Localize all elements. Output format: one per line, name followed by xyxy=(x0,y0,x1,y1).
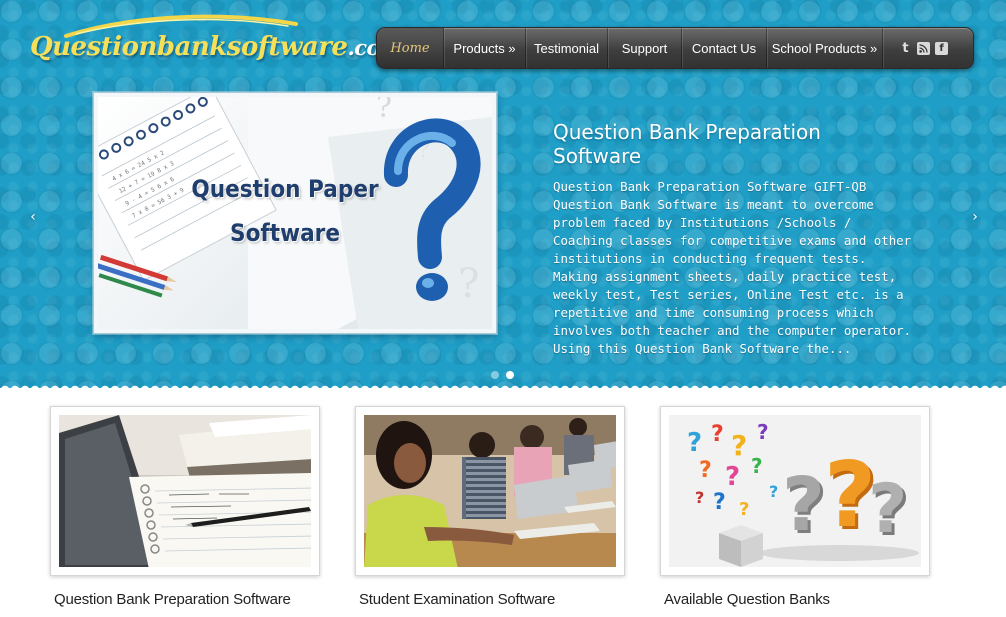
twitter-icon[interactable]: t xyxy=(899,41,912,56)
svg-text:?: ? xyxy=(458,261,479,307)
card-image-students-computers xyxy=(364,415,616,567)
svg-text:?: ? xyxy=(731,429,747,462)
svg-text:?: ? xyxy=(751,454,763,478)
slider-dot-2[interactable] xyxy=(506,371,514,379)
slider-next-arrow-icon[interactable]: › xyxy=(965,207,985,227)
slide-image-frame[interactable]: ? ? ? 4 x 6 = 24 5 x 2 12 + 7 = 19 8 x 3… xyxy=(93,92,497,334)
caption-line-1: Question Paper xyxy=(191,175,379,203)
slide-text: Question Bank Preparation Software Quest… xyxy=(553,120,913,358)
svg-text:?: ? xyxy=(376,97,392,125)
card-image-frame[interactable]: ? ? ? ? ? ? ? ? ? ? ? ? ? ? ? ? ? xyxy=(660,406,930,576)
nav-contact-us[interactable]: Contact Us xyxy=(682,28,767,68)
card-available-question-banks[interactable]: ? ? ? ? ? ? ? ? ? ? ? ? ? ? ? ? ? Availa… xyxy=(660,406,930,608)
social-links: t f xyxy=(883,41,948,56)
site-logo[interactable]: Questionbanksoftware.com xyxy=(26,14,402,74)
svg-text:?: ? xyxy=(687,428,702,458)
card-title[interactable]: Question Bank Preparation Software xyxy=(50,591,320,608)
svg-text:?: ? xyxy=(695,488,704,507)
slide-description: Question Bank Preparation Software GIFT-… xyxy=(553,179,912,356)
nav-testimonial[interactable]: Testimonial xyxy=(526,28,608,68)
svg-text:?: ? xyxy=(739,499,749,520)
svg-text:?: ? xyxy=(725,462,740,492)
card-question-bank-preparation[interactable]: Question Bank Preparation Software xyxy=(50,406,320,608)
facebook-icon[interactable]: f xyxy=(935,41,948,55)
card-image-question-marks: ? ? ? ? ? ? ? ? ? ? ? ? ? ? ? ? ? xyxy=(669,415,921,567)
slide-image: ? ? ? 4 x 6 = 24 5 x 2 12 + 7 = 19 8 x 3… xyxy=(98,97,492,329)
rss-icon[interactable] xyxy=(917,41,930,55)
nav-school-products[interactable]: School Products » xyxy=(767,28,883,68)
nav-support[interactable]: Support xyxy=(608,28,682,68)
logo-name: Questionbanksoftware xyxy=(30,32,348,62)
slider-prev-arrow-icon[interactable]: ‹ xyxy=(23,207,43,227)
hero-banner: Questionbanksoftware.com Home Products »… xyxy=(0,0,1006,388)
slider-pagination xyxy=(491,371,514,379)
svg-text:?: ? xyxy=(868,470,907,549)
card-title[interactable]: Student Examination Software xyxy=(355,591,625,608)
svg-text:?: ? xyxy=(757,420,769,444)
slide-image-caption: Question Paper Software xyxy=(191,167,380,255)
svg-text:?: ? xyxy=(713,490,726,515)
card-image-frame[interactable] xyxy=(355,406,625,576)
card-image-frame[interactable] xyxy=(50,406,320,576)
card-student-examination[interactable]: Student Examination Software xyxy=(355,406,625,608)
svg-text:?: ? xyxy=(699,458,712,483)
card-title[interactable]: Available Question Banks xyxy=(660,591,930,608)
nav-products[interactable]: Products » xyxy=(444,28,526,68)
svg-text:?: ? xyxy=(711,422,724,447)
hero-scalloped-edge xyxy=(0,380,1006,388)
caption-line-2: Software xyxy=(230,219,340,247)
svg-text:?: ? xyxy=(769,482,778,501)
slide-title[interactable]: Question Bank Preparation Software xyxy=(553,120,913,168)
logo-text: Questionbanksoftware.com xyxy=(30,32,402,62)
nav-home[interactable]: Home xyxy=(377,28,444,68)
svg-text:?: ? xyxy=(782,462,825,548)
card-image-books-laptop xyxy=(59,415,311,567)
slider-dot-1[interactable] xyxy=(491,371,499,379)
main-nav: Home Products » Testimonial Support Cont… xyxy=(376,27,974,69)
